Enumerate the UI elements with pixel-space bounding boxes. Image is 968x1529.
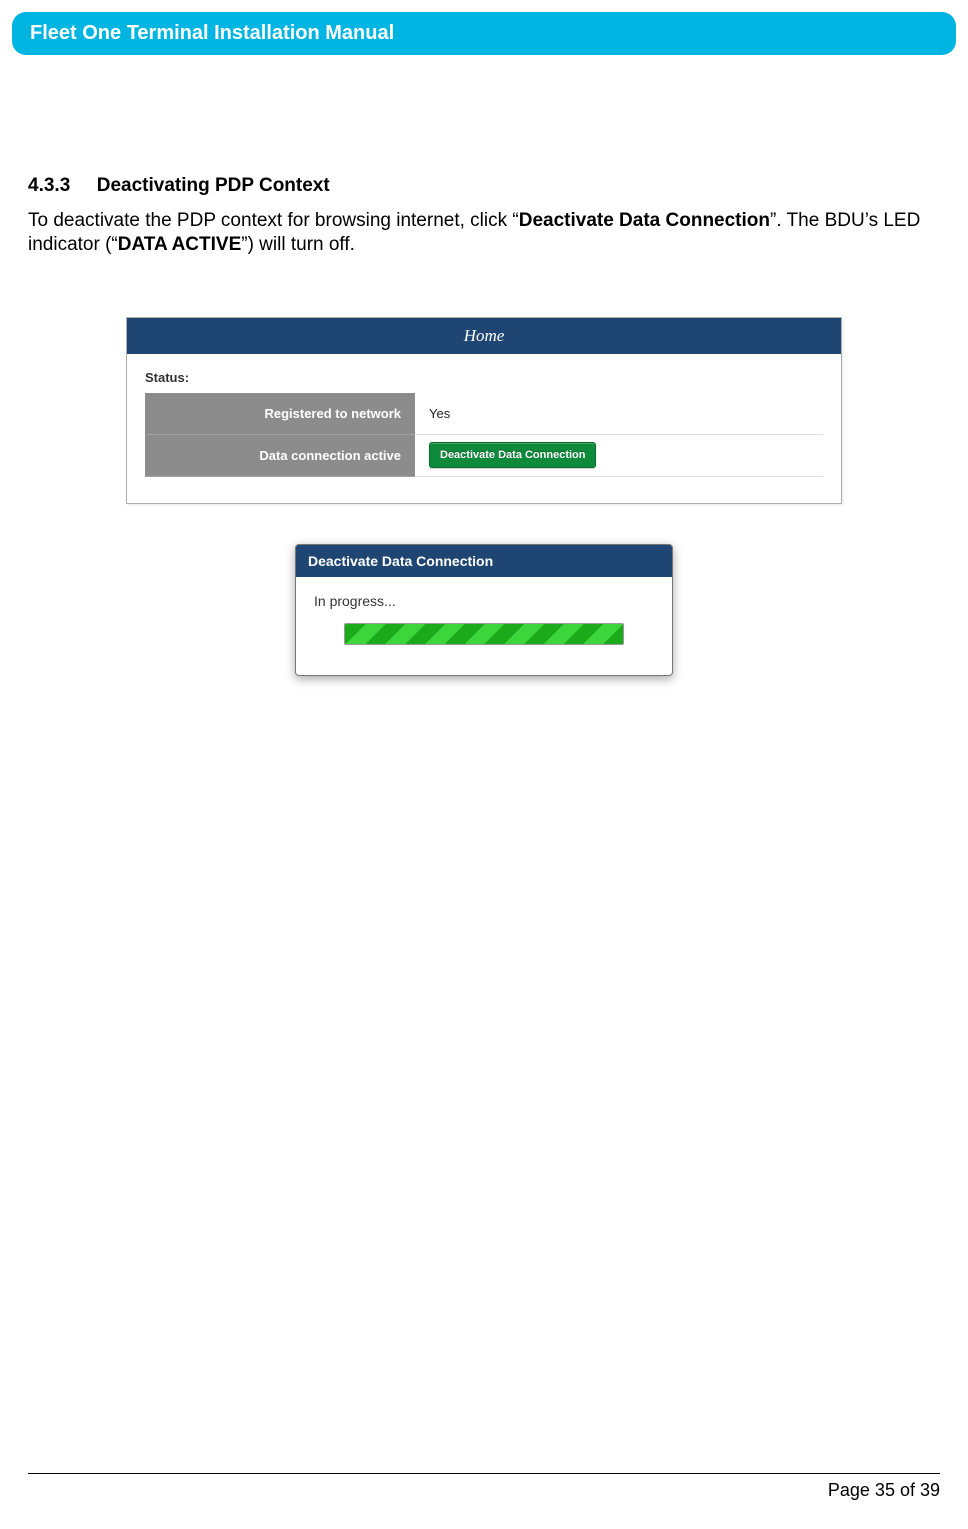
page-number: Page 35 of 39	[28, 1480, 940, 1501]
footer-rule	[28, 1473, 940, 1474]
dialog-message: In progress...	[314, 593, 654, 609]
status-value: Yes	[415, 393, 823, 435]
progress-bar	[344, 623, 624, 645]
doc-title: Fleet One Terminal Installation Manual	[30, 22, 394, 44]
status-key: Registered to network	[145, 393, 415, 435]
home-panel-title: Home	[127, 318, 841, 354]
page-content: 4.3.3 Deactivating PDP Context To deacti…	[0, 55, 968, 676]
section-title: Deactivating PDP Context	[97, 175, 330, 196]
text-run: To deactivate the PDP context for browsi…	[28, 210, 519, 231]
dialog-body: In progress...	[296, 577, 672, 675]
doc-header: Fleet One Terminal Installation Manual	[12, 12, 956, 55]
section-number: 4.3.3	[28, 175, 70, 196]
status-value-cell: Deactivate Data Connection	[415, 435, 823, 477]
figure-area: Home Status: Registered to network Yes D…	[28, 317, 940, 676]
home-panel: Home Status: Registered to network Yes D…	[126, 317, 842, 504]
dialog-title: Deactivate Data Connection	[296, 545, 672, 577]
body-paragraph: To deactivate the PDP context for browsi…	[28, 209, 940, 257]
status-label: Status:	[145, 370, 823, 385]
deactivate-data-connection-button[interactable]: Deactivate Data Connection	[429, 442, 596, 468]
text-bold: DATA ACTIVE	[118, 234, 242, 255]
home-panel-body: Status: Registered to network Yes Data c…	[127, 354, 841, 503]
deactivate-dialog: Deactivate Data Connection In progress..…	[295, 544, 673, 676]
section-heading: 4.3.3 Deactivating PDP Context	[28, 175, 940, 197]
status-row: Registered to network Yes	[145, 393, 823, 435]
text-run: ”) will turn off.	[241, 234, 355, 255]
status-row: Data connection active Deactivate Data C…	[145, 435, 823, 477]
page-footer: Page 35 of 39	[28, 1473, 940, 1501]
text-bold: Deactivate Data Connection	[519, 210, 770, 231]
status-key: Data connection active	[145, 435, 415, 477]
